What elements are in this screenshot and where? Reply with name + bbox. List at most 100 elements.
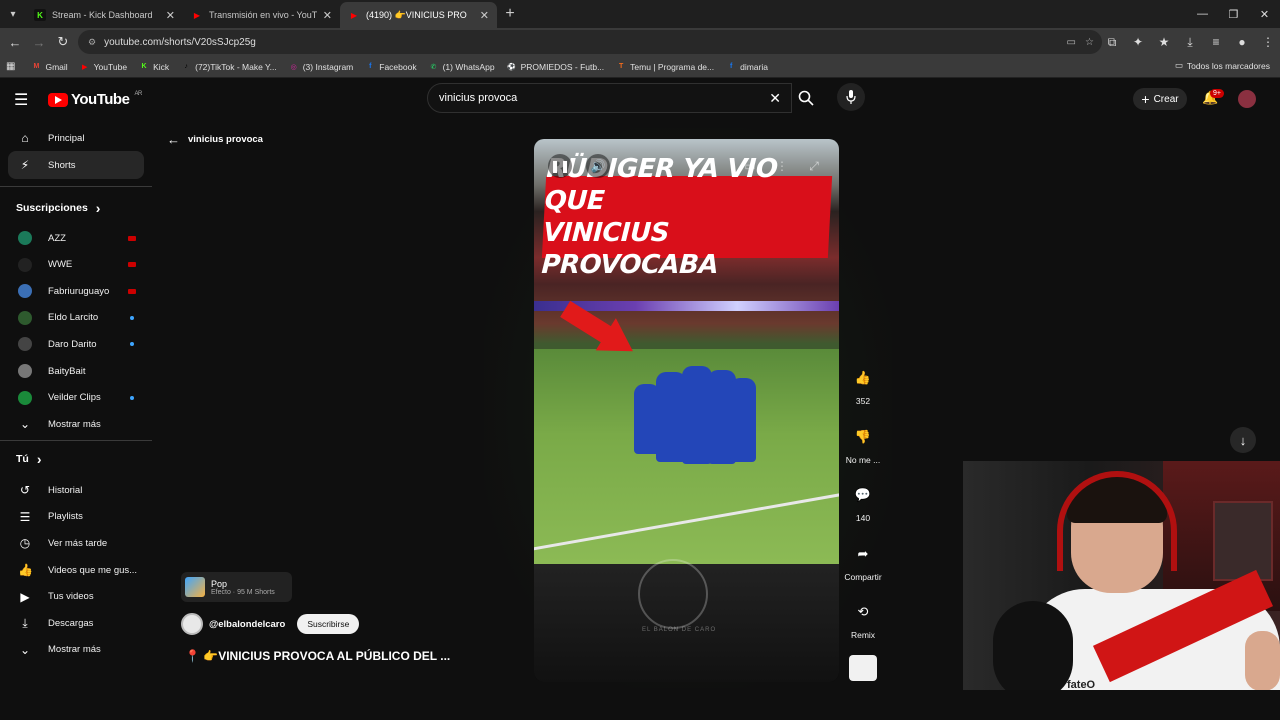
voice-search-button[interactable]	[837, 83, 865, 111]
bookmark-favicon-icon: M	[33, 63, 40, 70]
minimize-icon[interactable]: —	[1187, 0, 1218, 28]
tab-close-icon[interactable]: ✕	[323, 9, 332, 22]
sidebar-channel-item[interactable]: Daro Darito	[8, 330, 144, 358]
clear-search-icon[interactable]: ✕	[769, 90, 781, 107]
close-window-icon[interactable]: ✕	[1249, 0, 1280, 28]
reload-icon[interactable]: ↻	[51, 30, 75, 54]
sidebar-channel-item[interactable]: BaityBait	[8, 357, 144, 385]
video-title[interactable]: 📍 👉VINICIUS PROVOCA AL PÚBLICO DEL ...	[185, 649, 450, 663]
like-count: 352	[855, 396, 871, 406]
search-input[interactable]: vinicius provoca ✕	[427, 83, 792, 113]
extension-icon[interactable]: ✦	[1126, 30, 1150, 54]
channel-avatar[interactable]	[181, 613, 203, 635]
profile-icon[interactable]: ●	[1230, 30, 1254, 54]
subscriptions-heading[interactable]: Suscripciones ›	[16, 200, 100, 216]
install-icon[interactable]: ▭	[1067, 37, 1076, 48]
browser-tab-1[interactable]: ▶ Transmisión en vivo - YouTube ✕	[183, 2, 340, 28]
you-heading[interactable]: Tú ›	[16, 451, 42, 467]
fullscreen-button[interactable]: ⤢	[802, 154, 826, 178]
back-nav-icon[interactable]: ←	[3, 30, 27, 54]
sidebar-item-label: Principal	[48, 132, 85, 144]
bookmark-favicon-icon: f	[729, 63, 733, 70]
site-info-icon[interactable]: ⚙	[88, 37, 96, 48]
bookmark-star-icon[interactable]: ☆	[1085, 37, 1094, 48]
sidebar-item-history[interactable]: ↺ Historial	[8, 476, 144, 504]
next-short-button[interactable]: ↓	[1230, 427, 1256, 453]
bookmark-label: (3) Instagram	[302, 61, 354, 72]
tab-favicon-icon: ▶	[193, 10, 201, 20]
bookmark-item[interactable]: ♪ (72)TikTok - Make Y...	[181, 62, 276, 72]
sidebar-channel-item[interactable]: Eldo Larcito	[8, 304, 144, 332]
dislike-action[interactable]: 👎 No me ...	[844, 423, 882, 465]
bookmark-label: Gmail	[45, 61, 68, 72]
bookmark-item[interactable]: K Kick	[139, 62, 170, 72]
back-arrow-icon: ←	[167, 132, 180, 147]
bookmark-item[interactable]: M Gmail	[31, 61, 68, 72]
bookmark-item[interactable]: f dimaria	[726, 62, 768, 72]
bookmark-favicon-icon: ⚽	[507, 63, 516, 71]
captions-button[interactable]: ▭	[738, 154, 762, 178]
effect-pill[interactable]: Pop Efecto · 95 M Shorts	[181, 572, 292, 602]
all-bookmarks-label: Todos los marcadores	[1186, 60, 1270, 71]
account-avatar[interactable]	[1238, 90, 1256, 108]
volume-button[interactable]: 🔊	[586, 154, 610, 178]
browser-menu-icon[interactable]: ⋮	[1256, 30, 1280, 54]
sidebar-item-shorts[interactable]: ⚡ Shorts	[8, 151, 144, 179]
downloads-icon[interactable]: ⤓	[1178, 30, 1202, 54]
sidebar-show-more-you[interactable]: ⌄ Mostrar más	[8, 636, 144, 664]
tab-search-icon[interactable]: ▾	[0, 0, 26, 28]
sidebar-item-liked-videos[interactable]: 👍 Videos que me gus...	[8, 556, 144, 584]
tab-close-icon[interactable]: ✕	[480, 9, 489, 22]
more-options-button[interactable]: ⋮	[770, 154, 794, 178]
back-to-search[interactable]: ← vinicius provoca	[167, 132, 263, 147]
restore-icon[interactable]: ❐	[1218, 0, 1249, 28]
bookmark-item[interactable]: f Facebook	[365, 62, 417, 72]
bookmark-item[interactable]: T Temu | Programa de...	[616, 62, 714, 72]
sidebar-channel-item[interactable]: Veilder Clips	[8, 384, 144, 412]
screen: ▾ K Stream - Kick Dashboard ✕ ▶ Transmisión …	[0, 0, 1280, 720]
all-bookmarks[interactable]: ▭ Todos los marcadores	[1175, 60, 1270, 71]
sidebar-item-label: Historial	[48, 484, 83, 496]
sidebar-channel-item[interactable]: WWE	[8, 251, 144, 279]
media-icon[interactable]: ≡	[1204, 30, 1228, 54]
dislike-label: No me ...	[845, 455, 881, 465]
new-tab-button[interactable]: +	[497, 5, 523, 23]
sidebar-item-home[interactable]: ⌂ Principal	[8, 124, 144, 152]
address-bar[interactable]: ⚙ youtube.com/shorts/V20sSJcp25g ▭ ☆	[78, 30, 1102, 54]
extension-star-icon[interactable]: ★	[1152, 30, 1176, 54]
remix-action[interactable]: ⟲ Remix	[844, 598, 882, 640]
youtube-logo[interactable]: YouTube AR	[48, 91, 142, 108]
sidebar-item-label: Veilder Clips	[48, 392, 101, 404]
comments-action[interactable]: 💬 140	[844, 481, 882, 523]
sidebar-item-watch-later[interactable]: ◷ Ver más tarde	[8, 529, 144, 557]
extensions-icon[interactable]: ⧉	[1100, 30, 1124, 54]
channel-avatar-icon	[18, 390, 32, 405]
browser-tab-0[interactable]: K Stream - Kick Dashboard ✕	[26, 2, 183, 28]
search-button[interactable]	[792, 83, 820, 113]
share-action[interactable]: ➦ Compartir	[844, 540, 882, 582]
sidebar-item-playlists[interactable]: ☰ Playlists	[8, 503, 144, 531]
bookmark-item[interactable]: ⚽ PROMIEDOS - Futb...	[507, 62, 604, 72]
sidebar-item-downloads[interactable]: ⤓ Descargas	[8, 609, 144, 637]
forward-nav-icon[interactable]: →	[27, 30, 51, 54]
apps-icon[interactable]: ▦	[6, 61, 15, 72]
create-button[interactable]: + Crear	[1133, 88, 1187, 110]
bookmark-item[interactable]: ▶ YouTube	[80, 62, 127, 72]
like-action[interactable]: 👍 352	[844, 364, 882, 406]
bookmark-item[interactable]: ✆ (1) WhatsApp	[429, 62, 495, 72]
tab-close-icon[interactable]: ✕	[166, 9, 175, 22]
sidebar-show-more-subs[interactable]: ⌄ Mostrar más	[8, 410, 144, 438]
tabs: K Stream - Kick Dashboard ✕ ▶ Transmisión en…	[26, 0, 497, 28]
menu-icon[interactable]: ☰	[14, 90, 28, 110]
pause-button[interactable]: ❚❚	[548, 154, 572, 178]
sound-avatar[interactable]	[849, 655, 877, 681]
bookmark-item[interactable]: ◎ (3) Instagram	[289, 62, 354, 72]
subscribe-button[interactable]: Suscribirse	[297, 614, 360, 634]
sidebar-item-your-videos[interactable]: ▶ Tus videos	[8, 583, 144, 611]
browser-tab-2[interactable]: ▶ (4190) 👉VINICIUS PRO ✕	[340, 2, 497, 28]
channel-handle[interactable]: @elbalondelcaro	[209, 619, 285, 630]
sidebar-channel-item[interactable]: Fabriuruguayo	[8, 277, 144, 305]
short-video-player[interactable]: EL BALON DE CARO RÜDIGER YA VIO QUE VINI…	[534, 139, 839, 682]
volume-icon: 🔊	[590, 159, 606, 173]
sidebar-channel-item[interactable]: AZZ	[8, 224, 144, 252]
